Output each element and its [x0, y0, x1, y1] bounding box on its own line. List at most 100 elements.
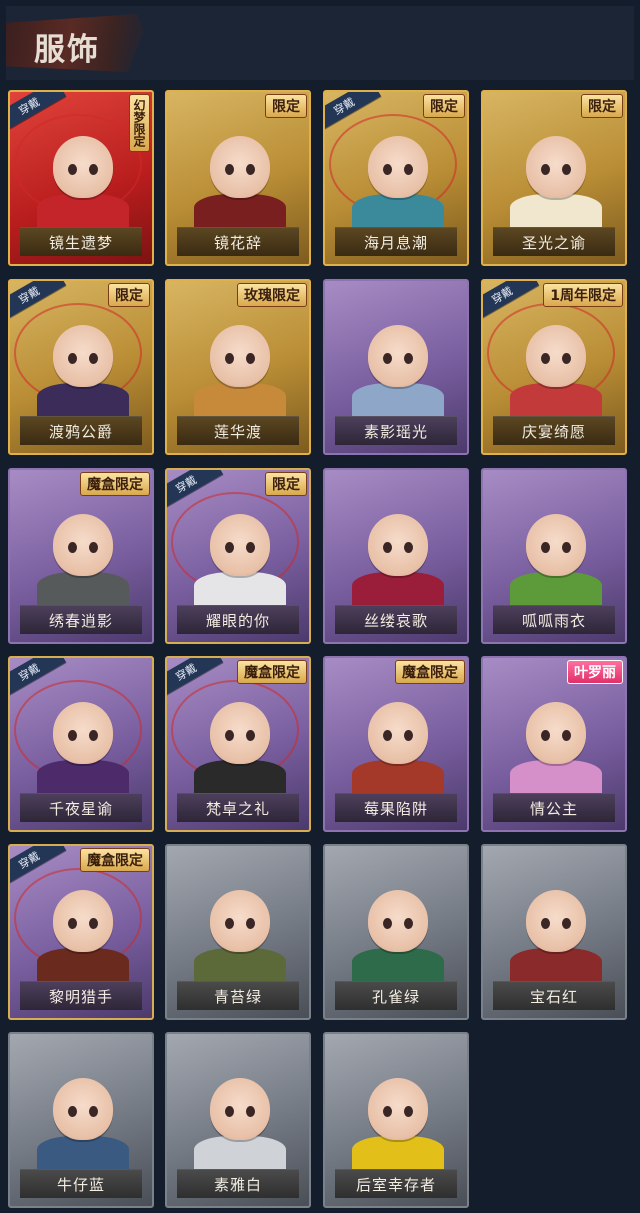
costume-card[interactable]: 渡鸦公爵 穿戴 限定 — [8, 279, 154, 455]
costume-label-bar: 牛仔蓝 — [20, 1169, 142, 1198]
costume-label-bar: 圣光之谕 — [493, 227, 615, 256]
character-portrait — [339, 676, 457, 794]
costume-name: 青苔绿 — [213, 987, 262, 1006]
costume-label-bar: 耀眼的你 — [177, 605, 299, 634]
costume-card[interactable]: 海月息潮 穿戴 限定 — [323, 90, 469, 266]
character-outfit — [352, 194, 444, 228]
character-eye — [562, 730, 571, 741]
costume-name: 镜花辞 — [213, 233, 262, 252]
costume-name: 千夜星谕 — [48, 799, 113, 818]
character-face — [526, 890, 586, 952]
character-face — [368, 702, 428, 764]
character-portrait — [24, 1052, 142, 1170]
character-outfit — [510, 948, 602, 982]
character-eye — [68, 353, 77, 364]
costume-name: 后室幸存者 — [355, 1175, 436, 1194]
costume-label-bar: 莓果陷阱 — [335, 793, 457, 822]
limited-badge: 限定 — [108, 283, 150, 307]
character-portrait — [497, 676, 615, 794]
costume-grid: 镜生遗梦 穿戴 幻梦限定 镜花辞 限定 海月息潮 穿戴 限定 圣光之谕 限定 渡鸦公爵 穿戴 限定 莲华渡… — [0, 0, 640, 1213]
character-eye — [89, 918, 98, 929]
character-eye — [383, 918, 392, 929]
limited-badge: 魔盒限定 — [80, 472, 150, 496]
character-outfit — [194, 948, 286, 982]
character-eye — [225, 353, 234, 364]
character-portrait — [339, 488, 457, 606]
costume-label-bar: 千夜星谕 — [20, 793, 142, 822]
costume-label-bar: 宝石红 — [493, 981, 615, 1010]
character-eye — [68, 730, 77, 741]
costume-card[interactable]: 莓果陷阱 魔盒限定 — [323, 656, 469, 832]
costume-name: 素雅白 — [213, 1175, 262, 1194]
character-outfit — [352, 948, 444, 982]
costume-card[interactable]: 孔雀绿 — [323, 844, 469, 1020]
costume-card[interactable]: 绣春逍影 魔盒限定 — [8, 468, 154, 644]
costume-card[interactable]: 牛仔蓝 — [8, 1032, 154, 1208]
character-eye — [68, 918, 77, 929]
character-eye — [246, 1106, 255, 1117]
costume-card[interactable]: 后室幸存者 — [323, 1032, 469, 1208]
character-outfit — [37, 948, 129, 982]
character-portrait — [181, 110, 299, 228]
character-portrait — [181, 676, 299, 794]
costume-card[interactable]: 千夜星谕 穿戴 — [8, 656, 154, 832]
limited-badge: 叶罗丽 — [567, 660, 623, 684]
character-face — [368, 890, 428, 952]
costume-card[interactable]: 圣光之谕 限定 — [481, 90, 627, 266]
character-eye — [68, 542, 77, 553]
costume-card[interactable]: 情公主 叶罗丽 — [481, 656, 627, 832]
character-face — [210, 514, 270, 576]
costume-label-bar: 黎明猎手 — [20, 981, 142, 1010]
character-face — [210, 136, 270, 198]
costume-card[interactable]: 丝缕哀歌 — [323, 468, 469, 644]
character-portrait — [497, 299, 615, 417]
costume-card[interactable]: 呱呱雨衣 — [481, 468, 627, 644]
character-eye — [225, 542, 234, 553]
costume-label-bar: 梵卓之礼 — [177, 793, 299, 822]
costume-card[interactable]: 镜生遗梦 穿戴 幻梦限定 — [8, 90, 154, 266]
costume-card[interactable]: 黎明猎手 穿戴 魔盒限定 — [8, 844, 154, 1020]
character-portrait — [24, 299, 142, 417]
costume-label-bar: 莲华渡 — [177, 416, 299, 445]
character-eye — [404, 164, 413, 175]
costume-name: 梵卓之礼 — [205, 799, 270, 818]
costume-card[interactable]: 宝石红 — [481, 844, 627, 1020]
costume-card[interactable]: 镜花辞 限定 — [165, 90, 311, 266]
character-eye — [562, 542, 571, 553]
character-eye — [225, 918, 234, 929]
costume-name: 绣春逍影 — [48, 611, 113, 630]
character-face — [526, 702, 586, 764]
limited-badge: 玫瑰限定 — [237, 283, 307, 307]
costume-card[interactable]: 青苔绿 — [165, 844, 311, 1020]
costume-label-bar: 镜花辞 — [177, 227, 299, 256]
costume-card[interactable]: 庆宴绮愿 穿戴 1周年限定 — [481, 279, 627, 455]
character-eye — [225, 164, 234, 175]
character-outfit — [510, 572, 602, 606]
character-eye — [246, 918, 255, 929]
character-outfit — [194, 760, 286, 794]
character-face — [368, 325, 428, 387]
character-eye — [89, 542, 98, 553]
costume-name: 海月息潮 — [363, 233, 428, 252]
costume-card[interactable]: 素雅白 — [165, 1032, 311, 1208]
character-outfit — [352, 760, 444, 794]
character-eye — [383, 542, 392, 553]
character-portrait — [181, 1052, 299, 1170]
character-face — [526, 136, 586, 198]
costume-card[interactable]: 梵卓之礼 穿戴 魔盒限定 — [165, 656, 311, 832]
character-face — [526, 514, 586, 576]
costume-label-bar: 渡鸦公爵 — [20, 416, 142, 445]
character-outfit — [194, 572, 286, 606]
limited-badge: 限定 — [423, 94, 465, 118]
costume-card[interactable]: 耀眼的你 穿戴 限定 — [165, 468, 311, 644]
costume-name: 镜生遗梦 — [48, 233, 113, 252]
character-outfit — [510, 194, 602, 228]
character-eye — [541, 730, 550, 741]
costume-card[interactable]: 素影瑶光 — [323, 279, 469, 455]
character-outfit — [37, 760, 129, 794]
costume-name: 素影瑶光 — [363, 422, 428, 441]
limited-badge: 限定 — [265, 94, 307, 118]
character-eye — [404, 918, 413, 929]
costume-card[interactable]: 莲华渡 玫瑰限定 — [165, 279, 311, 455]
character-eye — [541, 164, 550, 175]
